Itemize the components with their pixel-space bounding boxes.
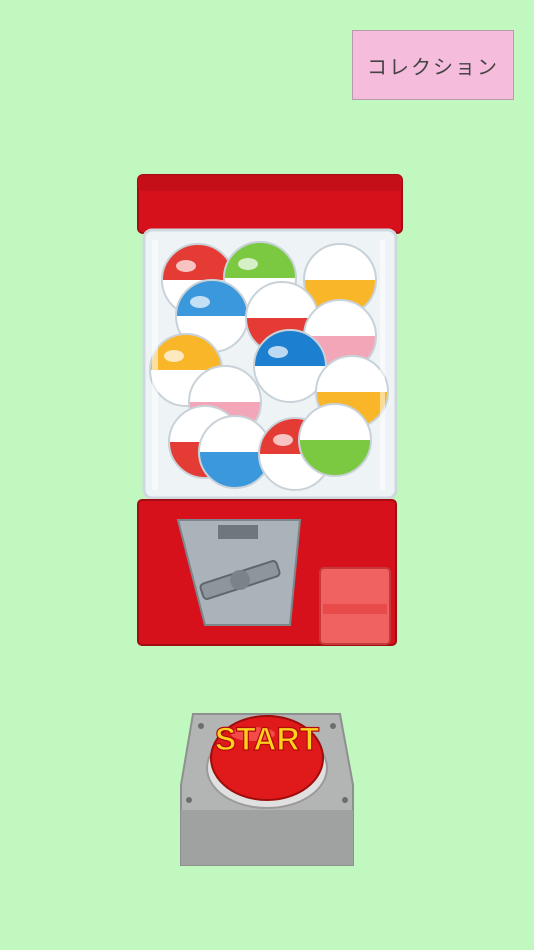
capsule-shine [238, 258, 258, 270]
capsule-shine [213, 432, 233, 444]
capsule [298, 403, 372, 477]
button-box-front [181, 810, 353, 865]
machine-lid-rim [138, 175, 402, 191]
capsule-shine [318, 316, 338, 328]
capsule-shine [176, 260, 196, 272]
handle-knob [230, 570, 250, 590]
capsule-shine [273, 434, 293, 446]
gacha-machine [130, 170, 410, 650]
start-label: START [215, 721, 320, 757]
start-button-illustration: START [180, 713, 354, 866]
gacha-machine-illustration [137, 174, 403, 646]
capsule-shine [190, 296, 210, 308]
screw-icon [342, 797, 348, 803]
glass-highlight [380, 240, 385, 490]
capsule-shine [203, 382, 223, 394]
glass-highlight [152, 240, 158, 490]
capsule-shine [183, 422, 203, 434]
coin-slot [218, 525, 258, 539]
screw-icon [330, 723, 336, 729]
capsule-shine [330, 372, 350, 384]
capsule-shine [313, 420, 333, 432]
capsule-shine [268, 346, 288, 358]
outlet-ridge [323, 604, 387, 614]
capsule-group [149, 241, 389, 491]
capsule-shine [164, 350, 184, 362]
screw-icon [198, 723, 204, 729]
capsule-shine [260, 298, 280, 310]
screw-icon [186, 797, 192, 803]
capsule-shine [318, 260, 338, 272]
start-button[interactable]: START [175, 700, 360, 870]
collection-button[interactable]: コレクション [352, 30, 514, 100]
